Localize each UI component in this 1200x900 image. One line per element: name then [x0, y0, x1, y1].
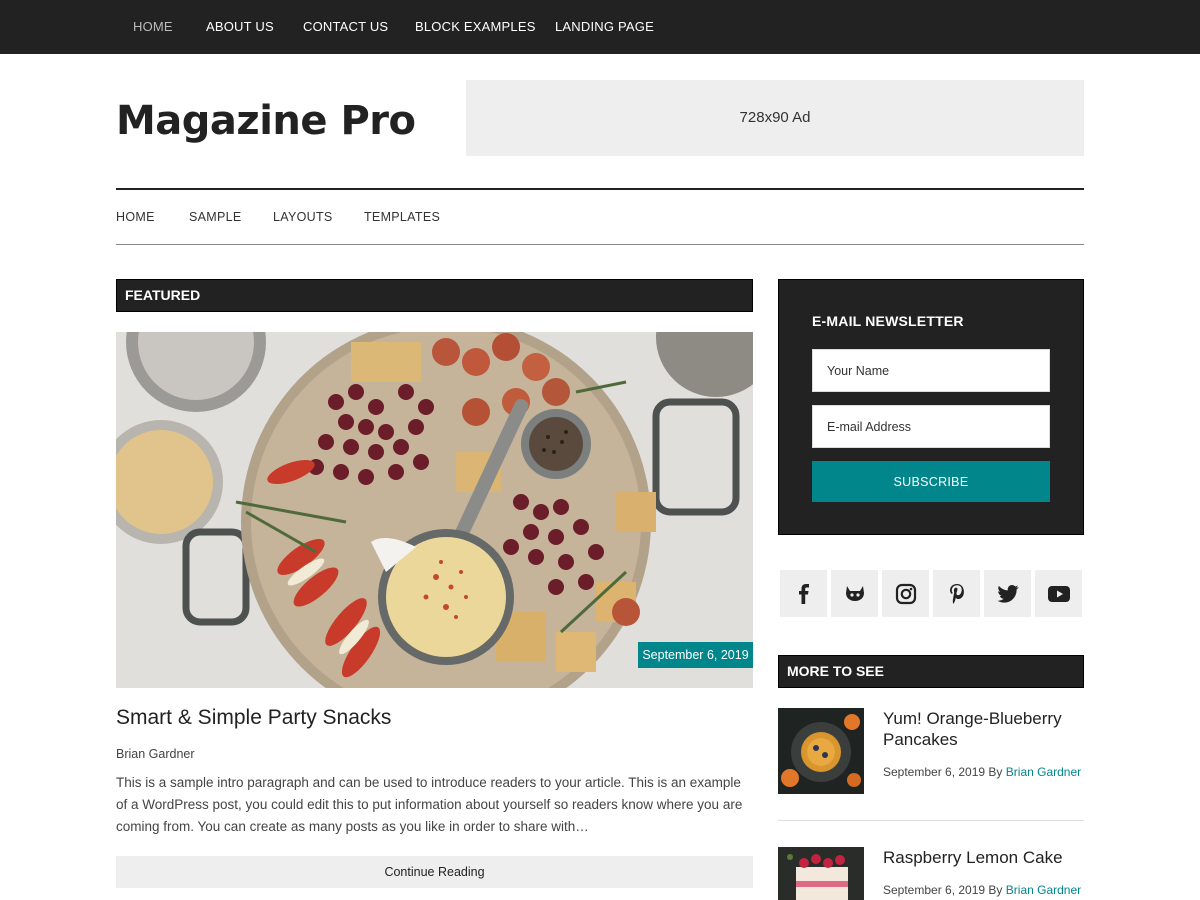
- youtube-icon[interactable]: [1035, 570, 1082, 617]
- top-nav-home[interactable]: HOME: [133, 0, 173, 54]
- more-to-see-header: MORE TO SEE: [778, 655, 1084, 688]
- github-icon[interactable]: [831, 570, 878, 617]
- secondary-nav-layouts[interactable]: LAYOUTS: [273, 190, 333, 244]
- continue-reading-button[interactable]: Continue Reading: [116, 856, 753, 888]
- facebook-icon[interactable]: [780, 570, 827, 617]
- featured-post-author[interactable]: Brian Gardner: [116, 747, 195, 761]
- secondary-nav-bottom-rule: [116, 244, 1084, 245]
- secondary-nav-home[interactable]: HOME: [116, 190, 155, 244]
- raspberry-cake-image: [778, 847, 864, 900]
- featured-post-excerpt: This is a sample intro paragraph and can…: [116, 775, 743, 834]
- post-by-label: By: [988, 765, 1003, 779]
- featured-date-badge: September 6, 2019: [638, 642, 753, 668]
- more-to-see-title: MORE TO SEE: [787, 663, 884, 679]
- email-input[interactable]: [812, 405, 1050, 448]
- newsletter-title: E-MAIL NEWSLETTER: [812, 313, 964, 329]
- more-to-see-post-meta-2: September 6, 2019 By Brian Gardner: [883, 883, 1081, 897]
- featured-section-header: FEATURED: [116, 279, 753, 312]
- secondary-nav-sample[interactable]: SAMPLE: [189, 190, 242, 244]
- ad-banner[interactable]: 728x90 Ad: [466, 80, 1084, 156]
- pancakes-image: [778, 708, 864, 794]
- pinterest-icon[interactable]: [933, 570, 980, 617]
- instagram-icon[interactable]: [882, 570, 929, 617]
- post-date: September 6, 2019: [883, 765, 986, 779]
- more-to-see-post-title-1[interactable]: Yum! Orange-Blueberry Pancakes: [883, 708, 1083, 750]
- raspberry-cake-thumbnail[interactable]: [778, 847, 864, 900]
- top-nav-contact-us[interactable]: CONTACT US: [303, 0, 388, 54]
- top-nav-about-us[interactable]: ABOUT US: [206, 0, 274, 54]
- snack-board-illustration: [116, 332, 753, 688]
- featured-section-title: FEATURED: [125, 287, 201, 303]
- site-title[interactable]: Magazine Pro: [116, 98, 416, 144]
- featured-post-title[interactable]: Smart & Simple Party Snacks: [116, 706, 391, 730]
- secondary-nav-templates[interactable]: TEMPLATES: [364, 190, 440, 244]
- subscribe-button[interactable]: SUBSCRIBE: [812, 461, 1050, 502]
- newsletter-widget: E-MAIL NEWSLETTER SUBSCRIBE: [778, 279, 1084, 535]
- secondary-nav-top-rule: [116, 188, 1084, 190]
- post-author-link[interactable]: Brian Gardner: [1006, 765, 1081, 779]
- name-input[interactable]: [812, 349, 1050, 392]
- top-navigation: HOME ABOUT US CONTACT US BLOCK EXAMPLES …: [0, 0, 1200, 54]
- more-to-see-post-meta-1: September 6, 2019 By Brian Gardner: [883, 765, 1081, 779]
- more-to-see-post-title-2[interactable]: Raspberry Lemon Cake: [883, 847, 1083, 868]
- post-author-link[interactable]: Brian Gardner: [1006, 883, 1081, 897]
- top-nav-landing-page[interactable]: LANDING PAGE: [555, 0, 654, 54]
- featured-post-image[interactable]: [116, 332, 753, 688]
- post-by-label: By: [988, 883, 1003, 897]
- pancakes-thumbnail[interactable]: [778, 708, 864, 794]
- post-divider: [778, 820, 1084, 821]
- twitter-icon[interactable]: [984, 570, 1031, 617]
- post-date: September 6, 2019: [883, 883, 986, 897]
- top-nav-block-examples[interactable]: BLOCK EXAMPLES: [415, 0, 536, 54]
